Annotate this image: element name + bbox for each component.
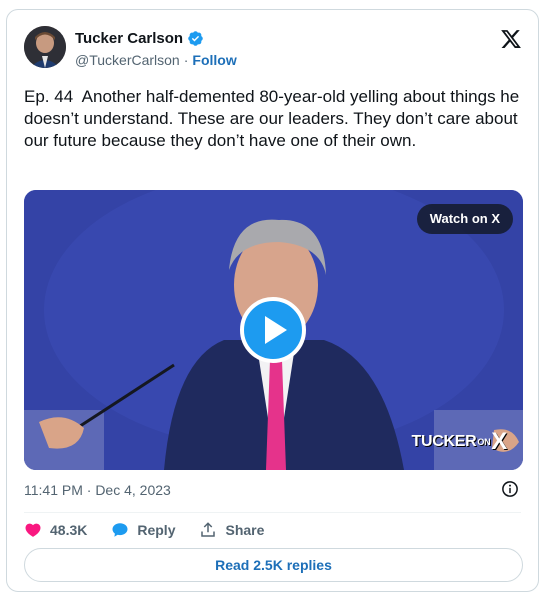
action-bar: 48.3K Reply Share bbox=[24, 520, 264, 540]
author-handle[interactable]: @TuckerCarlson bbox=[75, 52, 180, 68]
watermark-on: ON bbox=[477, 437, 491, 447]
like-count: 48.3K bbox=[50, 522, 88, 538]
author-name-row: Tucker Carlson bbox=[75, 30, 204, 47]
watermark-x: X bbox=[491, 428, 507, 455]
follow-button[interactable]: Follow bbox=[192, 52, 236, 68]
author-avatar[interactable] bbox=[24, 26, 66, 68]
reply-label: Reply bbox=[137, 522, 176, 538]
video-player[interactable]: Watch on X TUCKER ON X bbox=[24, 190, 523, 470]
info-icon[interactable] bbox=[501, 480, 519, 498]
watermark-text: TUCKER bbox=[411, 433, 477, 450]
divider bbox=[24, 512, 521, 513]
reply-icon bbox=[112, 523, 128, 537]
tweet-text: Ep. 44 Another half-demented 80-year-old… bbox=[24, 87, 524, 150]
reply-button[interactable]: Reply bbox=[111, 521, 175, 539]
read-replies-button[interactable]: Read 2.5K replies bbox=[24, 548, 523, 582]
verified-badge-icon bbox=[188, 31, 203, 46]
watch-on-x-badge[interactable]: Watch on X bbox=[416, 204, 513, 234]
share-button[interactable]: Share bbox=[199, 521, 264, 539]
tweet-card: Tucker Carlson @TuckerCarlson · Follow E… bbox=[6, 9, 539, 592]
avatar-image bbox=[24, 26, 66, 68]
handle-separator: · bbox=[183, 52, 189, 68]
share-label: Share bbox=[225, 522, 265, 538]
share-icon bbox=[201, 522, 216, 537]
play-button[interactable] bbox=[240, 297, 306, 363]
like-button[interactable]: 48.3K bbox=[24, 521, 87, 539]
x-logo-icon[interactable] bbox=[500, 28, 522, 50]
author-display-name[interactable]: Tucker Carlson bbox=[75, 30, 183, 47]
heart-icon bbox=[25, 523, 41, 537]
tweet-timestamp[interactable]: 11:41 PM · Dec 4, 2023 bbox=[24, 482, 171, 498]
tucker-on-x-watermark: TUCKER ON X bbox=[412, 428, 508, 456]
play-icon bbox=[265, 316, 287, 344]
author-handle-row: @TuckerCarlson · Follow bbox=[75, 52, 237, 68]
